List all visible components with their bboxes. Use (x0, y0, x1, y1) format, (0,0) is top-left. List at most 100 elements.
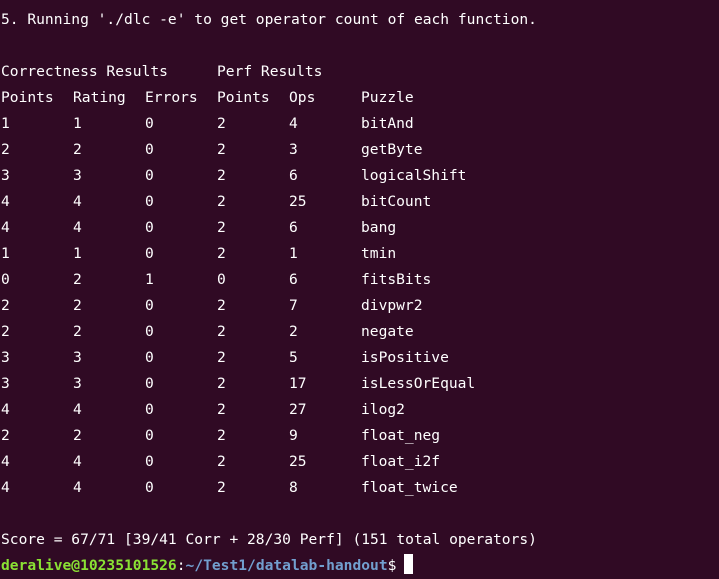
row-puzzle: bang (361, 219, 397, 236)
row-rating: 3 (73, 349, 82, 366)
row-puzzle: float_i2f (361, 453, 441, 470)
row-errors: 0 (145, 453, 154, 470)
row-rating: 4 (73, 401, 82, 418)
column-header-line: Points Rating Errors Points Ops Puzzle (1, 85, 701, 111)
row-ops: 6 (289, 167, 298, 184)
row-rating: 3 (73, 167, 82, 184)
row-points: 4 (1, 193, 10, 210)
result-row: 4 4 0 2 25 float_i2f (1, 449, 701, 475)
row-ops: 4 (289, 115, 298, 132)
row-perf-points: 2 (217, 219, 226, 236)
row-rating: 4 (73, 193, 82, 210)
result-row: 1 1 0 2 1 tmin (1, 241, 701, 267)
result-row: 2 2 0 2 7 divpwr2 (1, 293, 701, 319)
row-errors: 0 (145, 245, 154, 262)
result-row: 3 3 0 2 6 logicalShift (1, 163, 701, 189)
row-perf-points: 2 (217, 297, 226, 314)
prompt-symbol: $ (387, 557, 397, 574)
result-row: 0 2 1 0 6 fitsBits (1, 267, 701, 293)
row-points: 4 (1, 219, 10, 236)
row-puzzle: tmin (361, 245, 397, 262)
step-line: 5. Running './dlc -e' to get operator co… (1, 11, 537, 28)
row-puzzle: isLessOrEqual (361, 375, 476, 392)
perf-results-label: Perf Results (217, 63, 323, 80)
row-perf-points: 0 (217, 271, 226, 288)
row-ops: 17 (289, 375, 307, 392)
column-header-errors: Errors (145, 89, 198, 106)
row-puzzle: negate (361, 323, 414, 340)
correctness-results-label: Correctness Results (1, 63, 168, 80)
row-puzzle: bitCount (361, 193, 432, 210)
row-errors: 1 (145, 271, 154, 288)
result-row: 4 4 0 2 25 bitCount (1, 189, 701, 215)
row-perf-points: 2 (217, 479, 226, 496)
row-perf-points: 2 (217, 167, 226, 184)
result-row: 1 1 0 2 4 bitAnd (1, 111, 701, 137)
row-perf-points: 2 (217, 193, 226, 210)
row-points: 3 (1, 167, 10, 184)
row-rating: 1 (73, 245, 82, 262)
row-puzzle: fitsBits (361, 271, 432, 288)
prompt-path: ~/Test1/datalab-handout (185, 557, 388, 574)
row-puzzle: bitAnd (361, 115, 414, 132)
row-rating: 2 (73, 297, 82, 314)
row-ops: 6 (289, 219, 298, 236)
row-points: 3 (1, 375, 10, 392)
row-ops: 25 (289, 453, 307, 470)
result-row: 4 4 0 2 6 bang (1, 215, 701, 241)
terminal-window[interactable]: 5. Running './dlc -e' to get operator co… (0, 0, 719, 579)
result-row: 2 2 0 2 2 negate (1, 319, 701, 345)
score-line: Score = 67/71 [39/41 Corr + 28/30 Perf] … (1, 531, 537, 548)
row-points: 4 (1, 401, 10, 418)
column-header-puzzle: Puzzle (361, 89, 414, 106)
row-errors: 0 (145, 323, 154, 340)
row-points: 2 (1, 141, 10, 158)
text-cursor[interactable] (404, 554, 414, 574)
row-ops: 25 (289, 193, 307, 210)
column-header-points: Points (1, 89, 54, 106)
shell-prompt[interactable]: deralive@10235101526:~/Test1/datalab-han… (1, 553, 414, 579)
row-points: 2 (1, 323, 10, 340)
row-perf-points: 2 (217, 245, 226, 262)
row-points: 1 (1, 245, 10, 262)
row-rating: 4 (73, 453, 82, 470)
row-rating: 1 (73, 115, 82, 132)
row-points: 4 (1, 453, 10, 470)
row-ops: 6 (289, 271, 298, 288)
row-ops: 8 (289, 479, 298, 496)
row-rating: 2 (73, 323, 82, 340)
row-puzzle: logicalShift (361, 167, 467, 184)
row-puzzle: divpwr2 (361, 297, 423, 314)
prompt-separator: : (176, 557, 186, 574)
row-errors: 0 (145, 375, 154, 392)
row-puzzle: getByte (361, 141, 423, 158)
result-row: 3 3 0 2 17 isLessOrEqual (1, 371, 701, 397)
row-perf-points: 2 (217, 375, 226, 392)
row-ops: 2 (289, 323, 298, 340)
row-perf-points: 2 (217, 115, 226, 132)
result-row: 2 2 0 2 3 getByte (1, 137, 701, 163)
row-points: 3 (1, 349, 10, 366)
row-ops: 7 (289, 297, 298, 314)
row-ops: 27 (289, 401, 307, 418)
column-header-perf-points: Points (217, 89, 270, 106)
row-rating: 2 (73, 141, 82, 158)
column-header-ops: Ops (289, 89, 316, 106)
row-points: 2 (1, 297, 10, 314)
row-perf-points: 2 (217, 401, 226, 418)
row-rating: 3 (73, 375, 82, 392)
row-points: 0 (1, 271, 10, 288)
section-header-line: Correctness Results Perf Results (1, 59, 701, 85)
row-errors: 0 (145, 141, 154, 158)
row-puzzle: float_twice (361, 479, 458, 496)
result-row: 3 3 0 2 5 isPositive (1, 345, 701, 371)
row-errors: 0 (145, 401, 154, 418)
row-ops: 1 (289, 245, 298, 262)
row-errors: 0 (145, 115, 154, 132)
row-perf-points: 2 (217, 349, 226, 366)
row-points: 1 (1, 115, 10, 132)
row-puzzle: float_neg (361, 427, 441, 444)
row-perf-points: 2 (217, 141, 226, 158)
result-row: 4 4 0 2 27 ilog2 (1, 397, 701, 423)
row-errors: 0 (145, 349, 154, 366)
